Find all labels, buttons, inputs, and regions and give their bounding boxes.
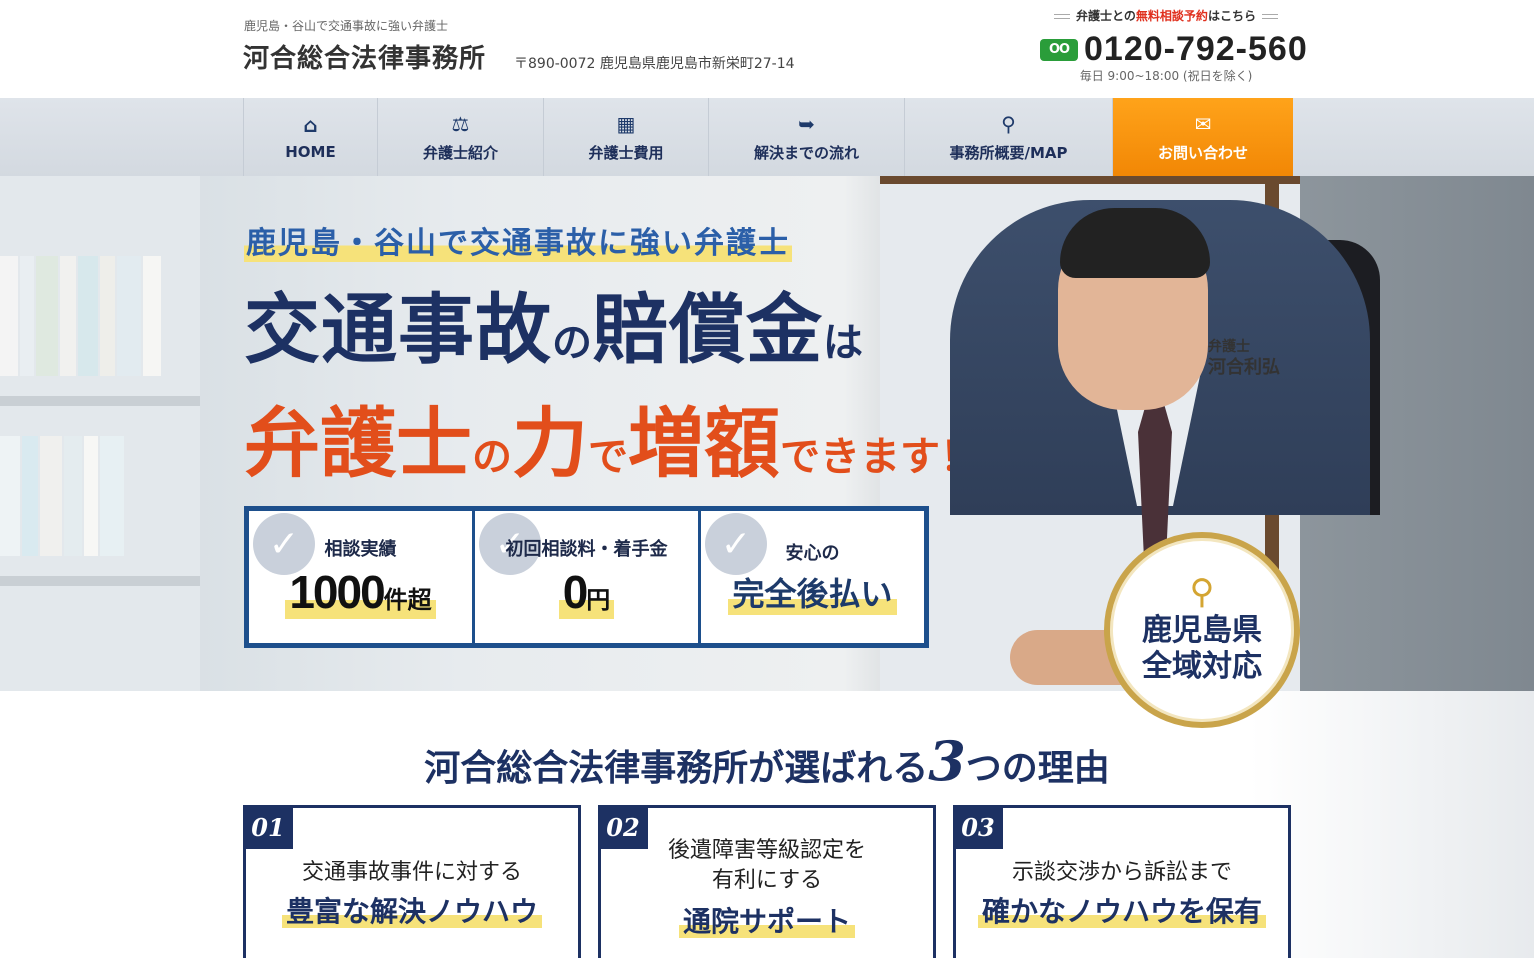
hero-subheading: 鹿児島・谷山で交通事故に強い弁護士: [244, 218, 792, 262]
feature-consultations: ✓ 相談実績 1000件超: [249, 511, 472, 643]
home-icon: ⌂: [303, 113, 318, 137]
phone-number[interactable]: 0120-792-560: [1084, 30, 1308, 69]
coverage-badge: ⚲ 鹿児島県 全域対応: [1104, 532, 1300, 728]
check-icon: ✓: [705, 513, 767, 575]
reason-card-3: 03 示談交渉から訴訟まで 確かなノウハウを保有: [953, 805, 1291, 958]
nav-item-flow[interactable]: ➥ 解決までの流れ: [708, 98, 904, 176]
nav-item-contact[interactable]: ✉ お問い合わせ: [1113, 98, 1293, 176]
map-pin-icon: ⚲: [1001, 111, 1016, 136]
reason-card-1: 01 交通事故事件に対する 豊富な解決ノウハウ: [243, 805, 581, 958]
nav-item-label: 事務所概要/MAP: [949, 143, 1068, 162]
nav-item-office[interactable]: ⚲ 事務所概要/MAP: [904, 98, 1113, 176]
bookshelf-image: [0, 176, 200, 691]
office-address: 〒890-0072 鹿児島県鹿児島市新栄町27-14: [514, 56, 795, 72]
nav-item-home[interactable]: ⌂ HOME: [243, 98, 377, 176]
contact-lead: 弁護士との無料相談予約はこちら: [1040, 7, 1292, 24]
lawyer-label: 弁護士 河合利弘: [1208, 339, 1280, 379]
hero-headline-line1: 交通事故の賠償金は: [244, 285, 863, 374]
nav-item-label: 弁護士紹介: [422, 143, 498, 162]
site-tagline: 鹿児島・谷山で交通事故に強い弁護士: [244, 19, 449, 33]
reasons-section: 河合総合法律事務所が選ばれる3つの理由 01 交通事故事件に対する 豊富な解決ノ…: [0, 691, 1534, 958]
lawyer-name: 河合利弘: [1208, 357, 1280, 379]
nav-item-label: HOME: [285, 143, 336, 161]
nav-item-label: 弁護士費用: [588, 143, 664, 162]
reason-card-2: 02 後遺障害等級認定を 有利にする 通院サポート: [598, 805, 936, 958]
freedial-icon: OO: [1040, 38, 1078, 61]
gavel-icon: ⚖: [451, 111, 470, 136]
nav-item-label: 解決までの流れ: [753, 143, 859, 162]
site-logo-firm-name[interactable]: 河合総合法律事務所: [243, 38, 486, 75]
mail-icon: ✉: [1194, 111, 1212, 136]
nav-item-lawyer[interactable]: ⚖ 弁護士紹介: [377, 98, 543, 176]
phone-link[interactable]: OO 0120-792-560: [1040, 30, 1308, 69]
hero-headline-line2: 弁護士の力で増額できます！: [244, 399, 980, 488]
business-hours: 毎日 9:00~18:00 (祝日を除く): [1079, 69, 1253, 83]
feature-boxes: ✓ 相談実績 1000件超 ✓ 初回相談料・着手金 0円 ✓ 安心の 完全後払い: [244, 506, 929, 648]
global-nav: ⌂ HOME ⚖ 弁護士紹介 ▦ 弁護士費用 ➥ 解決までの流れ ⚲ 事務所概要…: [0, 98, 1534, 176]
nav-item-fees[interactable]: ▦ 弁護士費用: [543, 98, 708, 176]
site-header: 鹿児島・谷山で交通事故に強い弁護士 河合総合法律事務所 〒890-0072 鹿児…: [0, 0, 1534, 98]
calculator-icon: ▦: [616, 111, 636, 136]
feature-free-initial: ✓ 初回相談料・着手金 0円: [475, 511, 698, 643]
arrow-icon: ➥: [798, 111, 815, 136]
reasons-title: 河合総合法律事務所が選ばれる3つの理由: [424, 729, 1110, 793]
map-pin-icon: ⚲: [1189, 572, 1215, 612]
nav-item-label: お問い合わせ: [1157, 143, 1248, 162]
feature-postpay: ✓ 安心の 完全後払い: [701, 511, 924, 643]
